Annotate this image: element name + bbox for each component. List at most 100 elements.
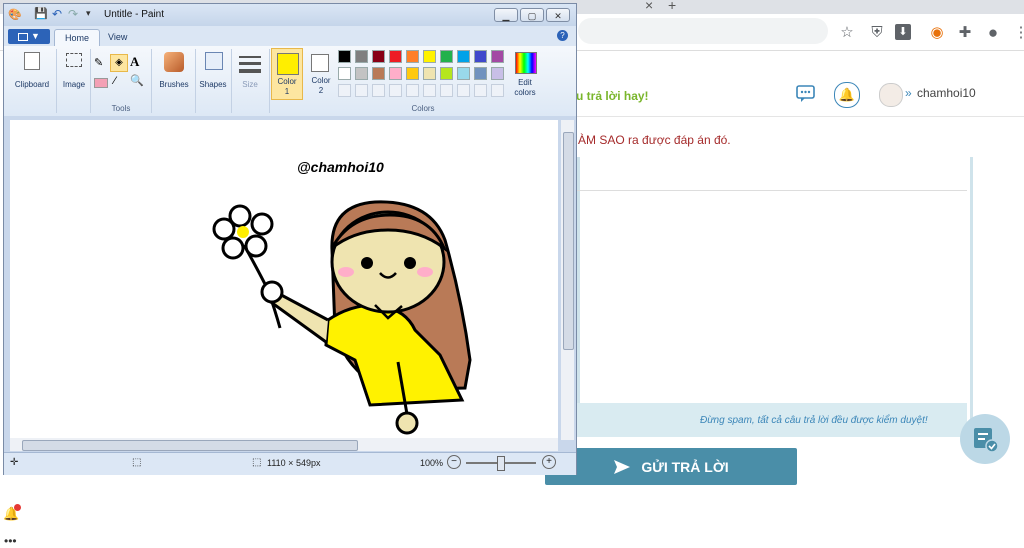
ribbon: Clipboard Image ✎ ◈ A ⁄ 🔍 Tools Brushes … <box>4 46 576 117</box>
shapes-icon <box>205 52 223 70</box>
color2-swatch <box>311 54 329 72</box>
more-icon[interactable]: ••• <box>4 534 17 548</box>
custom-color-slot[interactable] <box>457 84 470 97</box>
tab-home[interactable]: Home <box>54 29 101 47</box>
horizontal-scrollbar[interactable] <box>10 438 558 451</box>
colors-label: Colors <box>411 104 435 113</box>
eraser-icon[interactable] <box>94 78 108 88</box>
color2-button[interactable]: Color 2 <box>305 48 337 100</box>
extension-icon[interactable]: ◉ <box>928 24 946 42</box>
shield-icon[interactable]: ⛨ <box>868 24 886 42</box>
color-swatch[interactable] <box>355 67 368 80</box>
color-swatch[interactable] <box>406 67 419 80</box>
redo-icon[interactable]: ↷ <box>68 7 78 21</box>
image-button[interactable]: Image <box>58 48 90 100</box>
color-swatch[interactable] <box>491 67 504 80</box>
answer-editor[interactable] <box>577 157 973 437</box>
color-swatch[interactable] <box>440 67 453 80</box>
question-text: ÀM SAO ra được đáp án đó. <box>578 133 731 147</box>
brush-icon <box>164 52 184 72</box>
size-line-icon <box>239 62 261 65</box>
color1-swatch <box>277 53 299 75</box>
brushes-button[interactable]: Brushes <box>154 48 194 100</box>
color-swatch[interactable] <box>457 50 470 63</box>
canvas-size-icon: ⬚ <box>252 457 262 468</box>
color-swatch[interactable] <box>338 50 351 63</box>
canvas-watermark: @chamhoi10 <box>297 159 384 175</box>
zoom-out-button[interactable]: − <box>447 455 461 469</box>
close-tab-icon[interactable]: × <box>645 0 653 13</box>
clipboard-label: Clipboard <box>14 80 50 89</box>
address-bar[interactable] <box>578 18 828 44</box>
custom-color-slot[interactable] <box>389 84 402 97</box>
color-swatch[interactable] <box>338 67 351 80</box>
floating-answer-button[interactable] <box>960 414 1010 464</box>
send-answer-button[interactable]: GỬI TRẢ LỜI <box>545 448 797 485</box>
text-icon[interactable]: A <box>130 54 139 70</box>
maximize-button[interactable]: ▢ <box>520 8 544 22</box>
horizontal-scroll-thumb[interactable] <box>22 440 358 451</box>
color-swatch[interactable] <box>440 50 453 63</box>
color-swatch[interactable] <box>406 50 419 63</box>
paint-titlebar[interactable]: 🎨 💾 ↶ ↷ ▾ Untitle - Paint ▁ ▢ ✕ <box>4 4 576 26</box>
undo-icon[interactable]: ↶ <box>52 7 62 21</box>
pencil-icon[interactable]: ✎ <box>94 56 103 69</box>
color-swatch[interactable] <box>474 50 487 63</box>
color-swatch[interactable] <box>372 67 385 80</box>
custom-color-slot[interactable] <box>440 84 453 97</box>
magnifier-icon[interactable]: 🔍 <box>130 74 144 87</box>
color-swatch[interactable] <box>474 67 487 80</box>
size-label: Size <box>242 80 258 89</box>
avatar[interactable] <box>879 83 903 107</box>
color-swatch[interactable] <box>423 50 436 63</box>
custom-color-slot[interactable] <box>423 84 436 97</box>
color-swatch[interactable] <box>389 50 402 63</box>
custom-color-slot[interactable] <box>406 84 419 97</box>
custom-color-slot[interactable] <box>491 84 504 97</box>
custom-color-slot[interactable] <box>355 84 368 97</box>
size-line-icon <box>239 56 261 58</box>
notification-bell-icon[interactable]: 🔔 <box>834 82 860 108</box>
tab-view[interactable]: View <box>98 29 137 46</box>
new-tab-icon[interactable]: + <box>668 0 676 13</box>
minimize-button[interactable]: ▁ <box>494 8 518 22</box>
color-picker-icon[interactable]: ⁄ <box>114 75 116 87</box>
color-swatch[interactable] <box>389 67 402 80</box>
size-button[interactable]: Size <box>233 48 267 100</box>
vertical-scrollbar[interactable] <box>561 120 574 440</box>
color-swatch[interactable] <box>355 50 368 63</box>
cursor-position-icon: ✛ <box>10 457 19 468</box>
color-swatch[interactable] <box>372 50 385 63</box>
zoom-in-button[interactable]: + <box>542 455 556 469</box>
ribbon-separator <box>151 49 152 113</box>
close-button[interactable]: ✕ <box>546 8 570 22</box>
custom-color-slot[interactable] <box>372 84 385 97</box>
chevron-down-icon[interactable]: » <box>905 86 912 100</box>
edit-colors-button[interactable]: Edit colors <box>508 48 542 100</box>
save-icon[interactable]: 💾 <box>34 7 48 20</box>
help-icon[interactable]: ? <box>557 30 568 41</box>
custom-color-slot[interactable] <box>474 84 487 97</box>
fill-icon[interactable]: ◈ <box>110 54 128 72</box>
clipboard-button[interactable]: Clipboard <box>10 48 54 100</box>
zoom-slider-thumb[interactable] <box>497 456 505 471</box>
download-icon[interactable]: ⬇ <box>895 24 911 40</box>
username[interactable]: chamhoi10 <box>917 86 976 100</box>
color-swatch[interactable] <box>457 67 470 80</box>
customize-qat-icon[interactable]: ▾ <box>86 8 91 19</box>
color-swatch[interactable] <box>423 67 436 80</box>
menu-icon[interactable]: ⋮ <box>1012 24 1024 42</box>
drawing-canvas[interactable]: @chamhoi10 <box>10 120 558 446</box>
vertical-scroll-thumb[interactable] <box>563 132 574 350</box>
color-swatch[interactable] <box>491 50 504 63</box>
paint-app-icon[interactable]: 🎨 <box>8 8 22 21</box>
puzzle-icon[interactable]: ✚ <box>956 24 974 42</box>
account-icon[interactable]: ● <box>984 24 1002 42</box>
custom-color-slot[interactable] <box>338 84 351 97</box>
star-icon[interactable]: ☆ <box>838 24 856 42</box>
shapes-button[interactable]: Shapes <box>197 48 229 100</box>
color1-button[interactable]: Color 1 <box>271 48 303 100</box>
file-menu-button[interactable]: ▼ <box>8 29 50 44</box>
chat-icon[interactable] <box>796 85 816 103</box>
spam-warning: Đừng spam, tất cả câu trả lời đều được k… <box>700 415 928 426</box>
